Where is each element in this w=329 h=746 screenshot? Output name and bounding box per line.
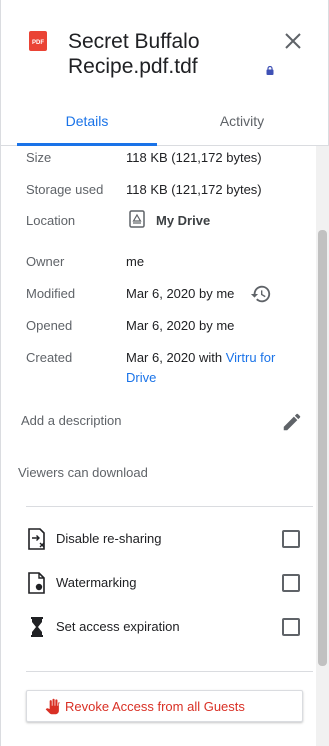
- opened-label: Opened: [26, 318, 73, 333]
- close-icon[interactable]: [281, 29, 305, 53]
- created-value: Mar 6, 2020 with Virtru for Drive: [126, 348, 296, 388]
- panel-header: PDF Secret Buffalo Recipe.pdf.tdf: [1, 0, 329, 100]
- file-title-line2: Recipe.pdf.tdf: [68, 55, 198, 78]
- description-input[interactable]: Add a description: [21, 413, 121, 428]
- edit-icon[interactable]: [281, 411, 303, 433]
- location-label: Location: [26, 213, 76, 228]
- revoke-access-label: Revoke Access from all Guests: [65, 699, 245, 714]
- scrollbar-thumb[interactable]: [318, 230, 327, 666]
- file-title: Secret Buffalo Recipe.pdf.tdf: [68, 29, 268, 79]
- file-title-line1: Secret Buffalo: [68, 30, 200, 53]
- details-content[interactable]: Size 118 KB (121,172 bytes) Storage used…: [1, 146, 316, 746]
- revoke-access-button[interactable]: Revoke Access from all Guests: [26, 690, 303, 722]
- location-value[interactable]: My Drive: [156, 211, 316, 231]
- option-watermarking: Watermarking: [26, 572, 311, 596]
- tab-activity[interactable]: Activity: [172, 104, 312, 146]
- tab-details[interactable]: Details: [17, 104, 157, 146]
- size-value: 118 KB (121,172 bytes): [126, 150, 262, 165]
- hourglass-icon: [31, 617, 43, 637]
- location-row: Location My Drive: [26, 210, 316, 232]
- divider: [26, 671, 313, 672]
- storage-value: 118 KB (121,172 bytes): [126, 182, 262, 197]
- option-access-expiration: Set access expiration: [26, 616, 311, 640]
- details-panel: PDF Secret Buffalo Recipe.pdf.tdf Detail…: [0, 0, 329, 746]
- option-disable-resharing: Disable re-sharing: [26, 528, 311, 552]
- disable-resharing-icon: [28, 528, 45, 550]
- viewers-can-download: Viewers can download: [18, 465, 148, 480]
- modified-label: Modified: [26, 286, 76, 301]
- created-date: Mar 6, 2020 with: [126, 350, 226, 365]
- tab-bar: Details Activity: [1, 104, 329, 146]
- owner-value: me: [126, 254, 145, 269]
- access-expiration-checkbox[interactable]: [282, 618, 300, 636]
- version-history-icon[interactable]: [250, 283, 272, 305]
- virtru-link[interactable]: Virtru for: [226, 350, 276, 365]
- owner-label: Owner: [26, 254, 65, 269]
- size-label: Size: [26, 150, 52, 165]
- option-label: Set access expiration: [56, 619, 180, 634]
- watermark-icon: [28, 572, 45, 594]
- pdf-file-icon: PDF: [29, 31, 47, 51]
- hand-stop-icon: [45, 698, 60, 715]
- created-row: Created Mar 6, 2020 with Virtru for Drive: [26, 348, 316, 390]
- watermarking-checkbox[interactable]: [282, 574, 300, 592]
- divider: [26, 506, 313, 507]
- lock-icon: [266, 66, 274, 75]
- svg-text:PDF: PDF: [32, 40, 44, 46]
- option-label: Disable re-sharing: [56, 531, 162, 546]
- disable-resharing-checkbox[interactable]: [282, 530, 300, 548]
- drive-icon: [129, 210, 145, 228]
- created-label: Created: [26, 350, 73, 365]
- description-row: Add a description: [21, 410, 311, 434]
- option-label: Watermarking: [56, 575, 137, 590]
- storage-label: Storage used: [26, 182, 104, 197]
- virtru-link-continued[interactable]: Drive: [126, 370, 156, 385]
- opened-value: Mar 6, 2020 by me: [126, 318, 235, 333]
